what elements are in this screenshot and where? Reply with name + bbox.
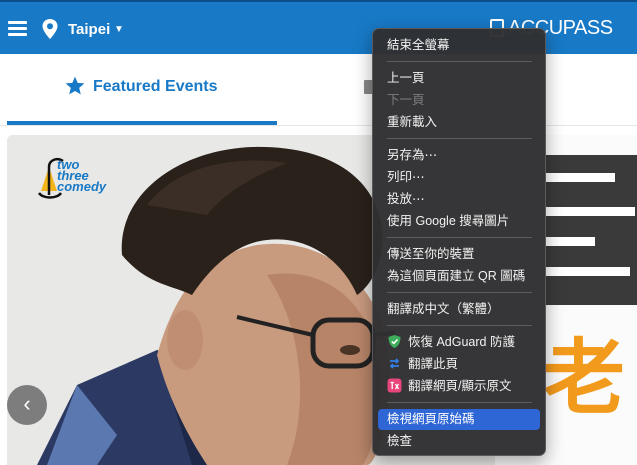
context-menu: 結束全螢幕 上一頁 下一頁 重新載入 另存為⋯ 列印⋯ 投放⋯ 使用 Googl… [372, 28, 546, 456]
menu-separator [387, 237, 532, 238]
menu-separator [387, 325, 532, 326]
menu-icon[interactable] [8, 21, 27, 36]
translate-icon [387, 378, 402, 393]
adguard-shield-icon [388, 335, 401, 348]
star-icon [65, 76, 85, 95]
menu-item-reload[interactable]: 重新載入 [378, 112, 540, 133]
menu-separator [387, 138, 532, 139]
menu-item-cast[interactable]: 投放⋯ [378, 189, 540, 210]
banner-next-title: 老 [543, 331, 626, 426]
menu-item-adguard[interactable]: 恢復 AdGuard 防護 [378, 332, 540, 353]
menu-item-exit-fullscreen[interactable]: 結束全螢幕 [378, 35, 540, 56]
menu-item-back[interactable]: 上一頁 [378, 68, 540, 89]
menu-item-create-qr-code[interactable]: 為這個頁面建立 QR 圖碼 [378, 266, 540, 287]
menu-item-translate-page[interactable]: 翻譯此頁 [378, 354, 540, 375]
carousel-prev-button[interactable]: ‹ [7, 385, 47, 425]
menu-item-send-to-devices[interactable]: 傳送至你的裝置 [378, 244, 540, 265]
tab-featured-events[interactable]: Featured Events [7, 54, 277, 126]
menu-item-save-as[interactable]: 另存為⋯ [378, 145, 540, 166]
city-selector-label[interactable]: Taipei [68, 21, 110, 38]
menu-item-forward: 下一頁 [387, 93, 425, 107]
menu-item-translate-chinese[interactable]: 翻譯成中文（繁體） [378, 299, 540, 320]
active-tab-indicator [7, 121, 277, 125]
menu-separator [387, 402, 532, 403]
menu-separator [387, 292, 532, 293]
menu-item-translate-toggle-original[interactable]: 翻譯網頁/顯示原文 [378, 376, 540, 397]
tab-featured-label: Featured Events [93, 78, 218, 95]
chevron-down-icon[interactable]: ▼ [114, 24, 124, 35]
chevron-left-icon: ‹ [23, 391, 31, 416]
menu-item-inspect[interactable]: 檢查 [378, 431, 540, 452]
menu-item-print[interactable]: 列印⋯ [378, 167, 540, 188]
menu-item-view-source[interactable]: 檢視網頁原始碼 [378, 409, 540, 430]
translate-arrows-icon [389, 358, 400, 369]
location-pin-icon[interactable] [41, 18, 59, 40]
menu-item-search-images-google[interactable]: 使用 Google 搜尋圖片 [378, 211, 540, 232]
comedy-logo-text: two three comedy [57, 157, 107, 194]
banner-next-graphic [545, 155, 637, 305]
menu-separator [387, 61, 532, 62]
